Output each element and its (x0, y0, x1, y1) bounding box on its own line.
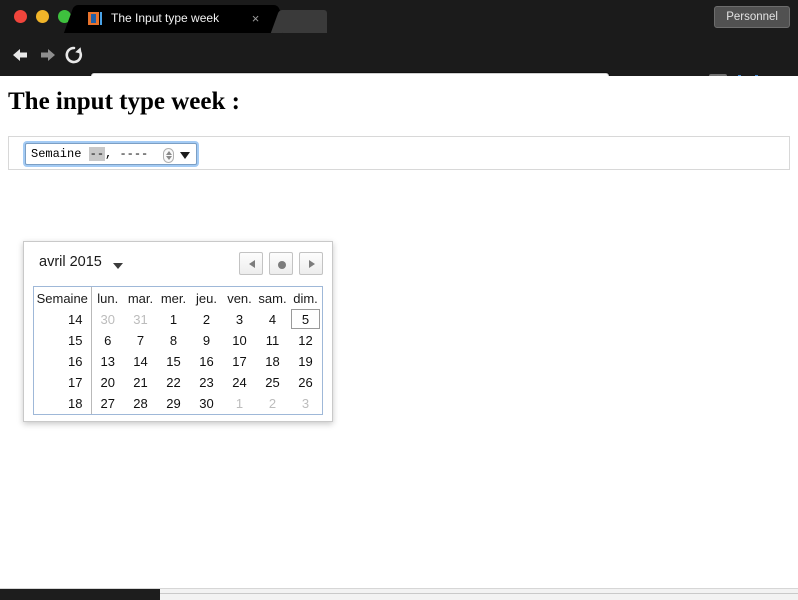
calendar-day-cell[interactable]: 1 (157, 309, 190, 330)
calendar-week-row[interactable]: 17 20 21 22 23 24 25 26 (34, 372, 322, 393)
calendar-day-cell[interactable]: 3 (223, 309, 256, 330)
calendar-week-number: 18 (34, 393, 92, 414)
calendar-day-cell[interactable]: 3 (289, 393, 322, 414)
next-month-button[interactable] (299, 252, 323, 275)
calendar-day-cell[interactable]: 12 (289, 330, 322, 351)
calendar-day-cell[interactable]: 27 (91, 393, 124, 414)
calendar-day-header: ven. (227, 290, 252, 306)
calendar-week-number: 15 (34, 330, 92, 351)
next-month-icon (309, 260, 315, 268)
close-tab-icon[interactable]: × (249, 12, 262, 25)
calendar-today-cell[interactable]: 5 (289, 309, 322, 330)
calendar-day-cell[interactable]: 22 (157, 372, 190, 393)
browser-chrome: The Input type week × Personnel (0, 0, 798, 100)
calendar-day-cell[interactable]: 24 (223, 372, 256, 393)
calendar-day-header: mar. (127, 290, 154, 306)
calendar-week-row[interactable]: 15 6 7 8 9 10 11 12 (34, 330, 322, 351)
reload-icon[interactable] (63, 44, 85, 66)
calendar-day-cell[interactable]: 23 (190, 372, 223, 393)
calendar-week-row[interactable]: 18 27 28 29 30 1 2 3 (34, 393, 322, 414)
scrollbar-thumb[interactable] (0, 589, 160, 600)
profile-button[interactable]: Personnel (714, 6, 790, 28)
calendar-day-cell[interactable]: 9 (190, 330, 223, 351)
calendar-header-row: Semaine lun. mar. mer. jeu. ven. sam. dim. (34, 287, 322, 309)
week-input-prefix: Semaine (31, 147, 82, 161)
calendar-day-cell[interactable]: 14 (124, 351, 157, 372)
week-input-text: Semaine --, ---- (31, 147, 148, 161)
calendar-day-cell[interactable]: 20 (91, 372, 124, 393)
calendar-day-cell[interactable]: 15 (157, 351, 190, 372)
calendar-body: 14 30 31 1 2 3 4 5 15 6 7 8 9 10 11 12 16 13 14 15 16 17 18 19 1… (34, 309, 322, 414)
calendar-day-cell[interactable]: 19 (289, 351, 322, 372)
calendar-day-cell[interactable]: 28 (124, 393, 157, 414)
calendar-week-row[interactable]: 16 13 14 15 16 17 18 19 (34, 351, 322, 372)
calendar-day-cell[interactable]: 29 (157, 393, 190, 414)
prev-month-icon (249, 260, 255, 268)
calendar-day-cell[interactable]: 11 (256, 330, 289, 351)
calendar-week-number: 17 (34, 372, 92, 393)
calendar-day-header: dim. (293, 290, 318, 306)
calendar-day-cell[interactable]: 21 (124, 372, 157, 393)
datepicker-nav (239, 252, 323, 275)
calendar-day-cell[interactable]: 26 (289, 372, 322, 393)
calendar-day-header: jeu. (196, 290, 217, 306)
dropdown-caret-icon[interactable] (180, 152, 190, 159)
calendar-day-cell[interactable]: 2 (190, 309, 223, 330)
calendar-day-cell[interactable]: 10 (223, 330, 256, 351)
jetbrains-favicon-icon (88, 12, 103, 27)
close-window-button[interactable] (14, 10, 27, 23)
page-title: The input type week : (8, 88, 240, 115)
page-viewport: The input type week : Semaine --, ---- a… (0, 76, 798, 588)
calendar-day-cell[interactable]: 4 (256, 309, 289, 330)
calendar-day-cell[interactable]: 18 (256, 351, 289, 372)
calendar-week-row[interactable]: 14 30 31 1 2 3 4 5 (34, 309, 322, 330)
back-arrow-icon[interactable] (9, 44, 31, 66)
datepicker-popup: avril 2015 Semaine lun. mar. mer. jeu. ven. sa… (23, 241, 333, 422)
calendar-day-cell[interactable]: 2 (256, 393, 289, 414)
calendar-day-cell[interactable]: 13 (91, 351, 124, 372)
week-input-week-segment[interactable]: -- (88, 147, 106, 161)
forward-arrow-icon[interactable] (37, 44, 59, 66)
datepicker-month-label[interactable]: avril 2015 (39, 254, 102, 270)
tab-strip: The Input type week × Personnel (0, 0, 798, 33)
calendar-day-cell[interactable]: 6 (91, 330, 124, 351)
week-form: Semaine --, ---- (8, 136, 790, 170)
calendar-day-cell[interactable]: 25 (256, 372, 289, 393)
calendar-day-cell[interactable]: 7 (124, 330, 157, 351)
calendar-week-number: 16 (34, 351, 92, 372)
tab-title: The Input type week (111, 11, 220, 25)
calendar-week-number: 14 (34, 309, 92, 330)
calendar-day-cell[interactable]: 17 (223, 351, 256, 372)
today-button[interactable] (269, 252, 293, 275)
calendar-day-cell[interactable]: 1 (223, 393, 256, 414)
browser-window: The Input type week × Personnel The inpu… (0, 0, 798, 600)
calendar-day-header: sam. (258, 290, 287, 306)
calendar-table: Semaine lun. mar. mer. jeu. ven. sam. dim. 14 30… (34, 287, 322, 414)
week-input[interactable]: Semaine --, ---- (25, 143, 197, 165)
calendar-day-header: mer. (160, 290, 187, 306)
background-tab[interactable] (283, 10, 327, 33)
caret-down-icon[interactable] (113, 263, 123, 269)
calendar-day-header: lun. (97, 290, 119, 306)
scrollbar-track[interactable] (160, 593, 798, 594)
today-dot-icon (278, 261, 286, 269)
calendar-day-label: 5 (301, 312, 310, 327)
calendar-day-cell[interactable]: 8 (157, 330, 190, 351)
calendar-day-cell[interactable]: 16 (190, 351, 223, 372)
spinner-icon[interactable] (163, 148, 174, 163)
calendar-grid: Semaine lun. mar. mer. jeu. ven. sam. dim. 14 30… (33, 286, 323, 415)
calendar-week-column-header: Semaine (34, 287, 92, 309)
week-input-year-segment[interactable]: ---- (119, 147, 148, 161)
calendar-day-cell[interactable]: 31 (124, 309, 157, 330)
browser-tab[interactable]: The Input type week × (78, 5, 274, 33)
navigation-toolbar: localhost:63342/webcodegeeks/html5_input… (0, 33, 798, 100)
prev-month-button[interactable] (239, 252, 263, 275)
datepicker-header: avril 2015 (24, 242, 332, 286)
minimize-window-button[interactable] (36, 10, 49, 23)
horizontal-scrollbar[interactable] (0, 588, 798, 600)
calendar-day-cell[interactable]: 30 (190, 393, 223, 414)
calendar-day-cell[interactable]: 30 (91, 309, 124, 330)
